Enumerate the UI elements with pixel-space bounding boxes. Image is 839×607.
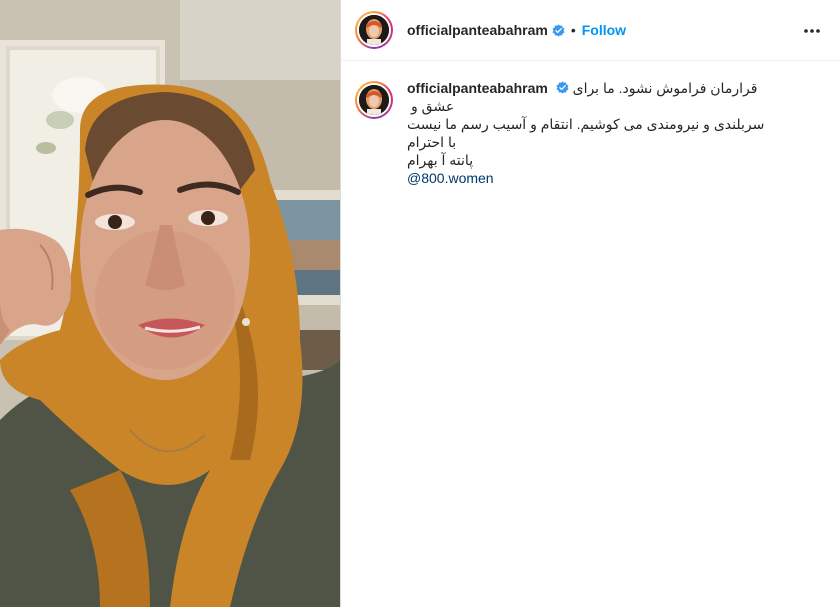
caption-line-2: سربلندی و نیرومندی می کوشیم. انتقام و آس… <box>407 116 765 132</box>
post-header: officialpanteabahram • Follow <box>341 0 839 61</box>
caption-text: officialpanteabahram قرارمان فراموش نشود… <box>407 79 787 187</box>
avatar-image <box>359 15 389 45</box>
video-frame-image <box>0 0 340 607</box>
verified-badge-icon <box>556 81 569 94</box>
caption-username[interactable]: officialpanteabahram <box>407 80 548 96</box>
post-media[interactable] <box>0 0 340 607</box>
username[interactable]: officialpanteabahram <box>407 22 548 38</box>
caption-story-ring[interactable] <box>355 81 393 119</box>
instagram-post: officialpanteabahram • Follow officialpa… <box>0 0 839 607</box>
post-caption: officialpanteabahram قرارمان فراموش نشود… <box>341 61 839 187</box>
verified-badge-icon <box>552 23 565 37</box>
caption-line-4: پانته آ بهرام <box>407 152 474 168</box>
separator-dot: • <box>570 22 576 38</box>
avatar[interactable] <box>359 15 389 45</box>
mention-link[interactable]: @800.women <box>407 169 787 187</box>
story-ring[interactable] <box>355 11 393 49</box>
post-side-panel: officialpanteabahram • Follow officialpa… <box>340 0 839 607</box>
caption-avatar[interactable] <box>359 85 389 115</box>
follow-button[interactable]: Follow <box>582 22 626 38</box>
caption-line-3: با احترام <box>407 134 457 150</box>
more-options-icon[interactable] <box>803 22 821 40</box>
avatar-image <box>359 85 389 115</box>
